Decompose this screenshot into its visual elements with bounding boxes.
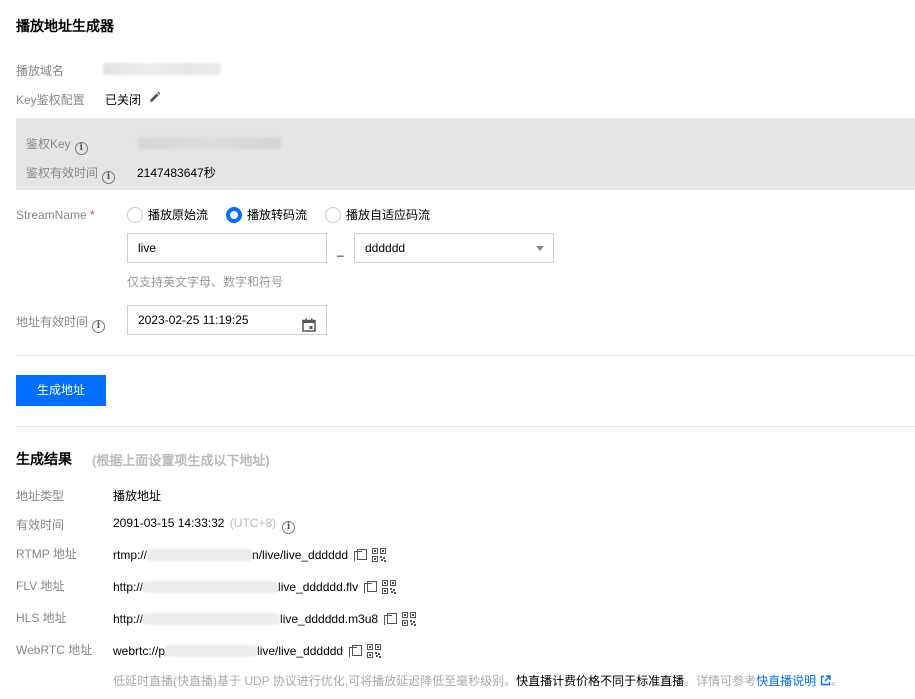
expire-time-picker[interactable]: 2023-02-25 11:19:25 [127, 305, 327, 335]
auth-key-label-text: 鉴权Key [26, 137, 71, 151]
auth-expire-label: 鉴权有效时间 i [26, 164, 116, 184]
result-subtitle: (根据上面设置项生成以下地址) [92, 453, 270, 468]
radio-adaptive-stream[interactable]: 播放自适应码流 [325, 206, 430, 223]
auth-key-label: 鉴权Key i [26, 135, 88, 155]
valid-time-label: 有效时间 [16, 518, 65, 532]
auth-expire-label-text: 鉴权有效时间 [26, 166, 99, 180]
note-text: 。 [831, 674, 844, 688]
auth-key-redacted [138, 137, 281, 149]
radio-dot[interactable] [127, 206, 143, 223]
stream-name-input[interactable]: live [127, 233, 327, 263]
url-suffix: live/live_dddddd [257, 644, 344, 658]
edit-icon[interactable] [148, 91, 161, 107]
select-value: dddddd [365, 241, 406, 255]
valid-time-row: 2091-03-15 14:33:32 (UTC+8) i [113, 516, 296, 534]
hls-url: http:// live_dddddd.m3u8 [113, 612, 417, 626]
webrtc-url: webrtc://p live/live_dddddd [113, 644, 382, 658]
transcode-template-select[interactable]: dddddd [354, 233, 554, 263]
url-prefix: http:// [113, 580, 144, 594]
url-redacted [143, 613, 281, 625]
note-text: 低延时直播(快直播)基于 UDP 协议进行优化,可将播放延迟降低至毫秒级别。 [113, 674, 517, 688]
webrtc-label: WebRTC 地址 [16, 643, 93, 657]
radio-transcode-stream[interactable]: 播放转码流 [226, 206, 307, 223]
streamname-label: StreamName * [16, 208, 95, 222]
key-auth-value: 已关闭 [105, 93, 142, 107]
rtmp-label: RTMP 地址 [16, 547, 77, 561]
address-type-value: 播放地址 [113, 489, 162, 503]
rtmp-url: rtmp:// n/live/live_dddddd [113, 548, 387, 562]
expire-time-label-text: 地址有效时间 [16, 315, 89, 329]
separator: _ [337, 243, 344, 257]
calendar-icon[interactable] [302, 314, 316, 342]
url-suffix: live_dddddd.flv [278, 580, 359, 594]
divider [16, 355, 915, 356]
radio-label: 播放原始流 [148, 208, 209, 222]
info-icon[interactable]: i [74, 142, 88, 155]
timezone-text: (UTC+8) [229, 516, 277, 530]
radio-dot-selected[interactable] [226, 206, 243, 223]
url-prefix: rtmp:// [113, 548, 148, 562]
flv-url: http:// live_dddddd.flv [113, 580, 397, 594]
key-auth-label: Key鉴权配置 [16, 93, 85, 107]
copy-icon[interactable] [364, 581, 378, 593]
expire-time-label: 地址有效时间 i [16, 313, 106, 333]
url-suffix: n/live/live_dddddd [252, 548, 349, 562]
url-prefix: webrtc://p [113, 644, 166, 658]
copy-icon[interactable] [354, 549, 368, 561]
page-title: 播放地址生成器 [16, 18, 114, 34]
copy-icon[interactable] [384, 613, 398, 625]
url-prefix: http:// [113, 612, 144, 626]
radio-original-stream[interactable]: 播放原始流 [127, 206, 208, 223]
stream-name-hint: 仅支持英文字母、数字和符号 [127, 275, 284, 289]
url-redacted [165, 645, 258, 657]
copy-icon[interactable] [349, 645, 363, 657]
streamname-label-text: StreamName [16, 208, 87, 222]
url-redacted [147, 549, 253, 561]
auth-expire-value: 2147483647秒 [137, 166, 216, 180]
qrcode-icon[interactable] [367, 644, 382, 658]
info-icon[interactable]: i [92, 320, 106, 333]
note-text: 。详情可参考 [684, 674, 757, 688]
required-mark: * [90, 208, 95, 222]
info-icon[interactable]: i [282, 521, 296, 534]
radio-label: 播放自适应码流 [346, 208, 431, 222]
radio-label: 播放转码流 [247, 208, 308, 222]
stream-type-radio-group: 播放原始流 播放转码流 播放自适应码流 [127, 206, 430, 223]
divider [16, 426, 915, 427]
qrcode-icon[interactable] [382, 580, 397, 594]
external-link-icon[interactable] [820, 675, 831, 686]
url-redacted [143, 581, 279, 593]
chevron-down-icon[interactable] [536, 246, 544, 251]
webrtc-note: 低延时直播(快直播)基于 UDP 协议进行优化,可将播放延迟降低至毫秒级别。快直… [113, 672, 843, 689]
flv-label: FLV 地址 [16, 579, 65, 593]
address-type-label: 地址类型 [16, 489, 65, 503]
qrcode-icon[interactable] [372, 548, 387, 562]
hls-label: HLS 地址 [16, 611, 67, 625]
expire-time-value: 2023-02-25 11:19:25 [138, 313, 249, 327]
radio-dot[interactable] [325, 206, 342, 223]
domain-value-redacted [103, 63, 221, 75]
result-title: 生成结果 [16, 451, 72, 467]
fast-live-doc-link[interactable]: 快直播说明 [756, 674, 816, 688]
domain-label: 播放域名 [16, 64, 65, 78]
info-icon[interactable]: i [102, 171, 116, 184]
qrcode-icon[interactable] [402, 612, 417, 626]
generate-button[interactable]: 生成地址 [16, 375, 106, 406]
valid-time-value: 2091-03-15 14:33:32 [113, 516, 225, 530]
url-suffix: live_dddddd.m3u8 [280, 612, 379, 626]
note-bold-text: 快直播计费价格不同于标准直播 [516, 674, 685, 688]
